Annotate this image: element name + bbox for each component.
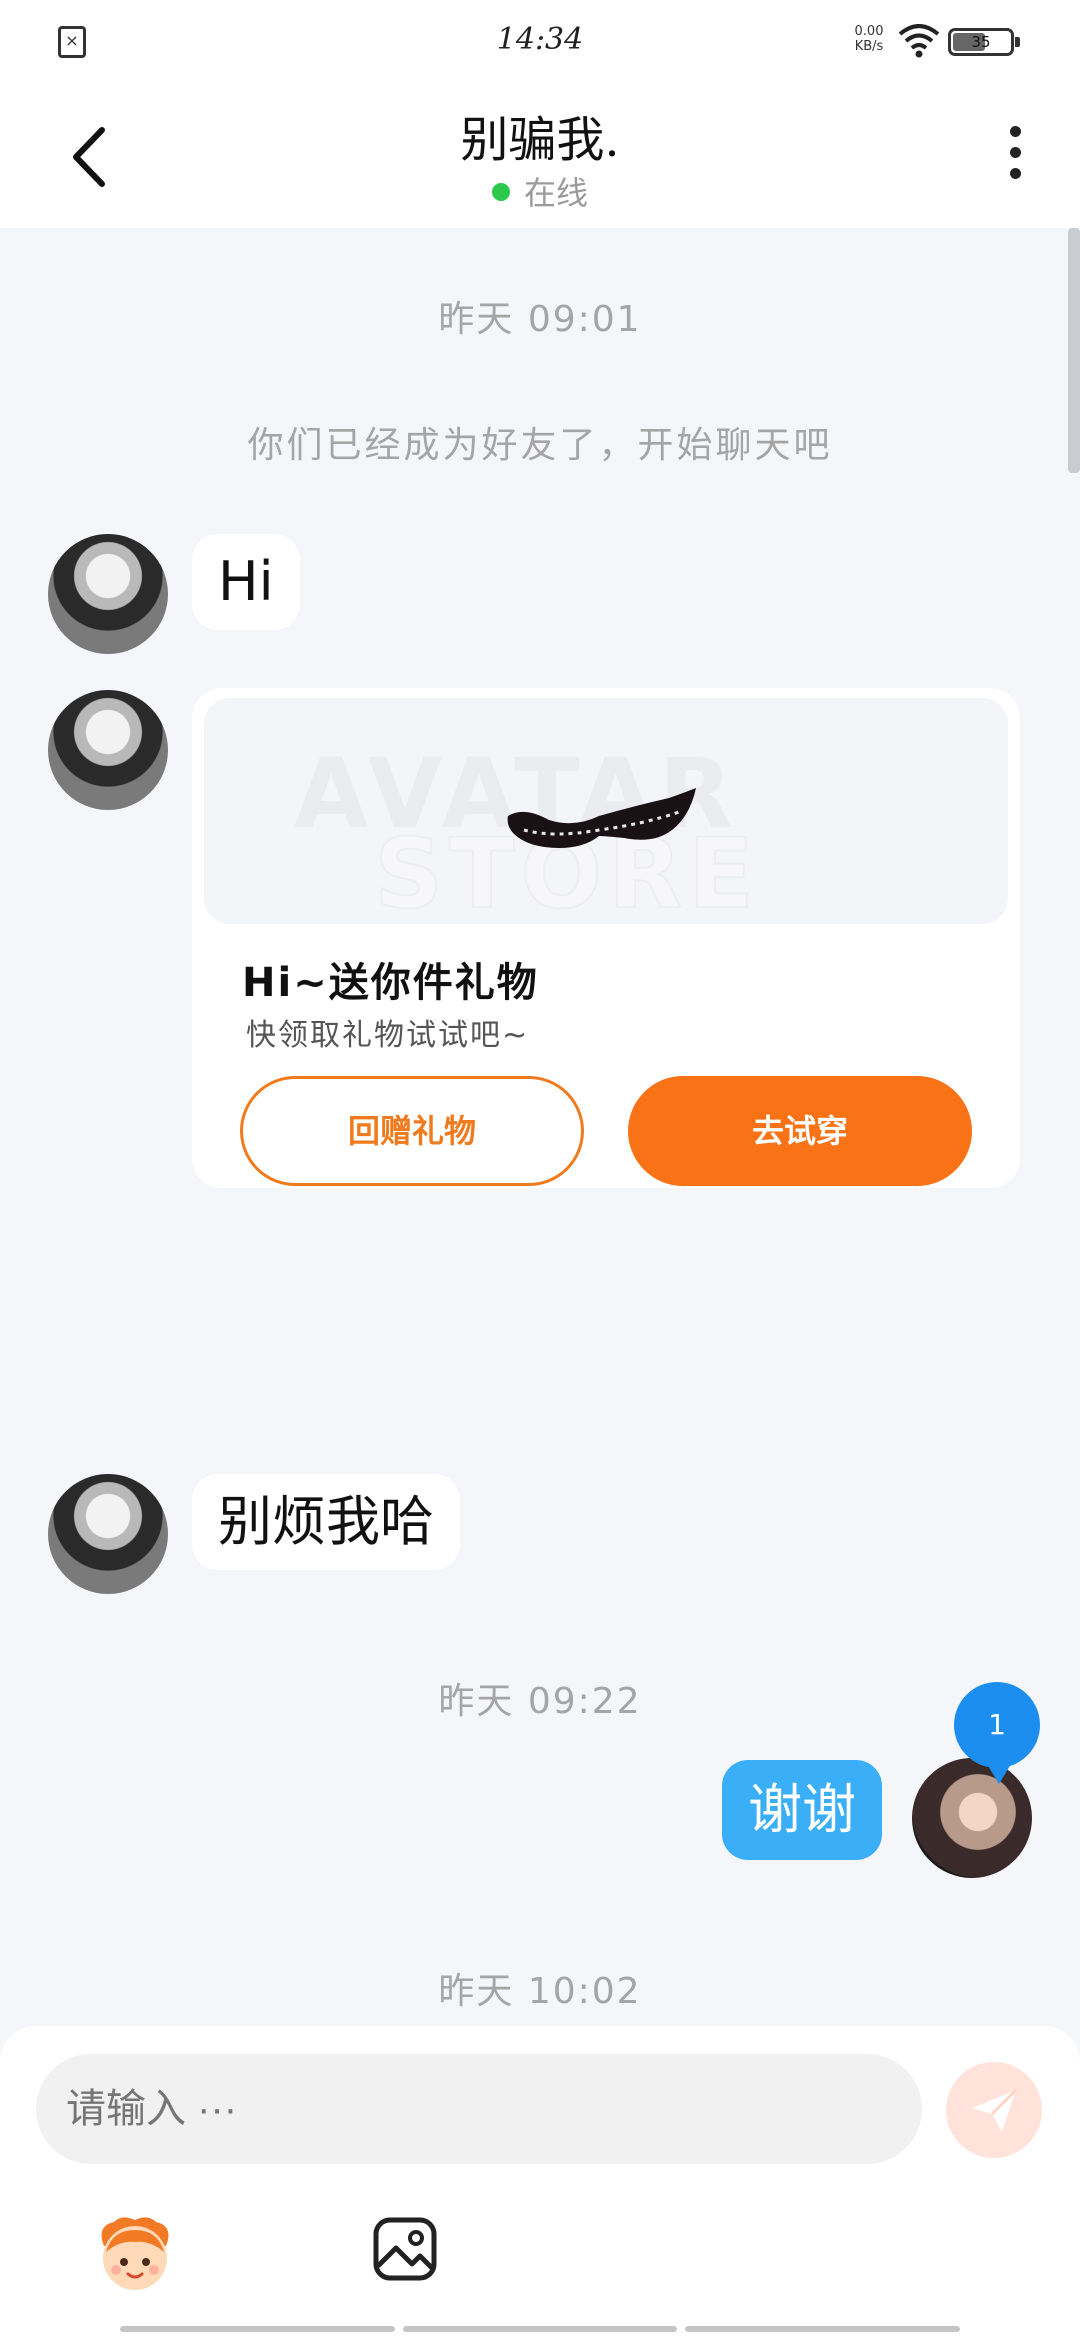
online-dot-icon	[491, 183, 510, 201]
contact-avatar[interactable]	[48, 690, 168, 810]
network-speed-value: 0.00	[854, 24, 884, 39]
image-icon[interactable]	[372, 2216, 438, 2282]
contact-avatar[interactable]	[48, 534, 168, 654]
send-icon	[972, 2088, 1018, 2132]
message-bubble[interactable]: 别烦我哈	[192, 1474, 460, 1570]
battery-icon: 35	[948, 28, 1020, 56]
self-avatar[interactable]	[912, 1758, 1032, 1878]
message-timestamp: 昨天 09:22	[438, 1681, 642, 1722]
unread-count-badge[interactable]: 1	[954, 1682, 1040, 1784]
network-speed-unit: KB/s	[854, 39, 884, 54]
sticker-icon[interactable]	[92, 2212, 178, 2298]
chat-header: 别骗我. 在线	[0, 82, 1080, 228]
send-button[interactable]	[946, 2062, 1042, 2158]
return-gift-button[interactable]: 回赠礼物	[240, 1076, 584, 1186]
message-timestamp: 昨天 09:01	[438, 299, 642, 340]
try-on-button[interactable]: 去试穿	[628, 1076, 972, 1186]
system-message: 你们已经成为好友了，开始聊天吧	[247, 425, 833, 466]
network-speed: 0.00 KB/s	[846, 24, 892, 54]
message-input[interactable]	[36, 2054, 922, 2164]
more-options-icon[interactable]	[1000, 126, 1030, 190]
online-status-label: 在线	[523, 174, 588, 212]
status-bar: × 14:34 0.00 KB/s 35	[0, 0, 1080, 82]
gift-title: Hi~送你件礼物	[242, 960, 539, 1006]
wifi-icon	[898, 24, 940, 58]
message-bubble[interactable]: Hi	[192, 534, 300, 630]
gift-subtitle: 快领取礼物试试吧~	[246, 1018, 530, 1053]
battery-level: 35	[971, 33, 991, 51]
gift-image: AVATAR STORE	[204, 698, 1008, 924]
self-message-bubble[interactable]: 谢谢	[722, 1760, 882, 1860]
mustache-gift-icon	[507, 788, 696, 848]
gift-card[interactable]: AVATAR STORE Hi~送你件礼物 快领取礼物试试吧~ 回赠礼物 去试穿	[192, 688, 1020, 1188]
composer	[0, 2026, 1080, 2340]
online-status: 在线	[0, 168, 1080, 214]
message-timestamp: 昨天 10:02	[438, 1971, 642, 2012]
chat-area[interactable]: 昨天 09:01 你们已经成为好友了，开始聊天吧 Hi AVATAR STORE…	[0, 228, 1080, 2028]
contact-avatar[interactable]	[48, 1474, 168, 1594]
gesture-navigation-bar	[120, 2326, 961, 2332]
chat-title: 别骗我.	[460, 112, 620, 168]
